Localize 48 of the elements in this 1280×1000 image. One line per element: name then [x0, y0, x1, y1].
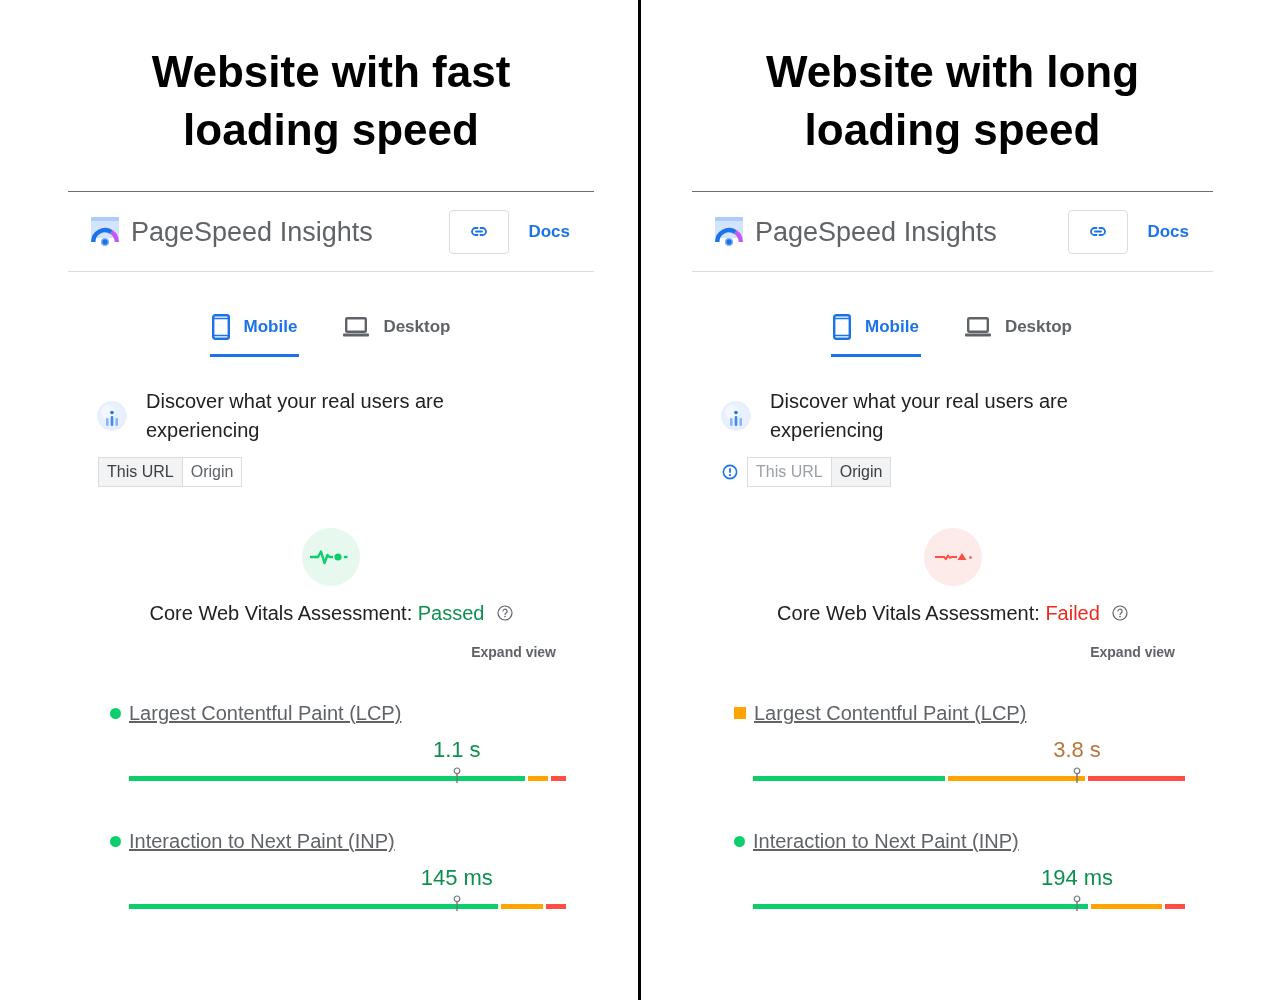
- metric-value: 3.8 s: [1053, 737, 1101, 763]
- docs-link[interactable]: Docs: [1147, 220, 1189, 243]
- distribution-segment: [501, 904, 544, 909]
- metric-link[interactable]: Largest Contentful Paint (LCP): [129, 701, 402, 725]
- metric-value: 194 ms: [1040, 865, 1114, 891]
- app-title: PageSpeed Insights: [131, 215, 374, 248]
- link-button[interactable]: [1068, 209, 1129, 254]
- source-toggle-option[interactable]: Origin: [181, 457, 243, 487]
- metric-link[interactable]: Interaction to Next Paint (INP): [753, 829, 1019, 853]
- section-heading: Discover what your real users are experiencing: [770, 389, 1069, 443]
- distribution-segment: [550, 776, 566, 781]
- expand-view-button[interactable]: Expand view: [471, 643, 556, 661]
- help-icon[interactable]: [496, 605, 513, 621]
- laptop-icon: [964, 317, 991, 337]
- pulse-icon: [302, 528, 360, 586]
- laptop-icon: [343, 317, 370, 337]
- link-icon: [471, 227, 488, 236]
- source-toggle-option[interactable]: This URL: [98, 457, 183, 487]
- metric-value: 1.1 s: [432, 737, 481, 763]
- phone-icon: [211, 314, 230, 340]
- page-heading: Website with long loading speed: [764, 46, 1141, 156]
- logo-icon: [714, 216, 744, 247]
- device-tab[interactable]: Desktop: [341, 304, 453, 357]
- expand-view-button[interactable]: Expand view: [1090, 643, 1175, 661]
- metric-link[interactable]: Interaction to Next Paint (INP): [129, 829, 395, 853]
- page-heading: Website with fast loading speed: [150, 46, 512, 156]
- device-tab[interactable]: Mobile: [831, 304, 921, 357]
- link-button[interactable]: [449, 209, 510, 254]
- app-title: PageSpeed Insights: [755, 215, 998, 248]
- distribution-segment: [546, 904, 566, 909]
- source-toggle-option[interactable]: Origin: [830, 457, 892, 487]
- phone-icon: [833, 314, 852, 340]
- pulse-warning-icon: [923, 528, 982, 586]
- logo-icon: [90, 216, 120, 247]
- assessment-result: Core Web Vitals Assessment: Passed: [149, 601, 485, 625]
- device-tab[interactable]: Desktop: [962, 304, 1074, 357]
- distribution-segment: [1165, 904, 1185, 909]
- distribution-segment: [527, 776, 548, 781]
- docs-link[interactable]: Docs: [528, 220, 570, 243]
- help-icon[interactable]: [1111, 605, 1128, 621]
- chart-icon: [97, 401, 127, 431]
- device-tab[interactable]: Mobile: [209, 304, 300, 357]
- metric-value: 145 ms: [420, 865, 493, 891]
- metric-link[interactable]: Largest Contentful Paint (LCP): [754, 701, 1027, 725]
- link-icon: [1090, 227, 1107, 236]
- chart-icon: [721, 401, 751, 431]
- assessment-result: Core Web Vitals Assessment: Failed: [777, 601, 1100, 625]
- section-heading: Discover what your real users are experiencing: [146, 389, 445, 443]
